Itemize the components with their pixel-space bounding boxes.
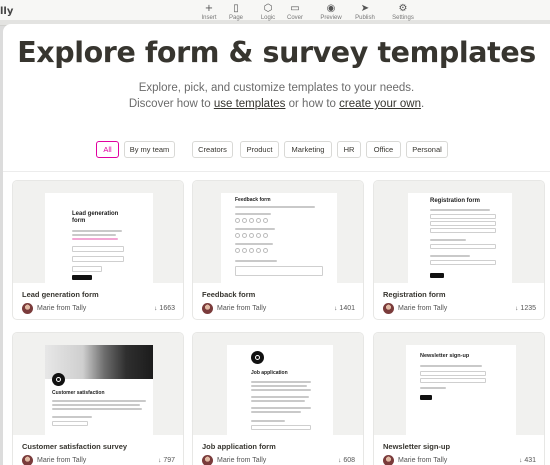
card-uses: ↓ 797 bbox=[158, 457, 175, 464]
filter-marketing[interactable]: Marketing bbox=[284, 141, 332, 158]
gear-icon: ⚙ bbox=[398, 3, 408, 14]
filter-office[interactable]: Office bbox=[366, 141, 401, 158]
card-author: Marie from Tally bbox=[37, 305, 87, 312]
download-icon: ↓ bbox=[158, 457, 162, 464]
card-thumbnail: Customer satisfaction bbox=[13, 333, 183, 435]
cover-button[interactable]: ▭ Cover bbox=[277, 2, 313, 22]
logo-icon bbox=[52, 373, 65, 386]
avatar bbox=[22, 303, 33, 314]
card-title: Newsletter sign-up bbox=[383, 442, 451, 451]
send-icon: ➤ bbox=[360, 3, 370, 14]
preview-heading: Feedback form bbox=[235, 197, 271, 203]
page-title: Explore form & survey templates bbox=[17, 36, 536, 69]
create-your-own-link[interactable]: create your own bbox=[339, 98, 421, 110]
modal-header: Explore form & survey templates Explore,… bbox=[3, 24, 550, 172]
preview-submit-button bbox=[430, 273, 444, 278]
filter-by-my-team[interactable]: By my team bbox=[124, 141, 175, 158]
preview-heading: Lead generation form bbox=[72, 211, 119, 224]
card-uses: ↓ 431 bbox=[519, 457, 536, 464]
preview-heading: Registration form bbox=[430, 198, 481, 204]
avatar bbox=[383, 303, 394, 314]
template-card-job-application[interactable]: Job application Job application form Mar… bbox=[192, 332, 364, 465]
card-author: Marie from Tally bbox=[398, 457, 448, 464]
download-icon: ↓ bbox=[338, 457, 342, 464]
filter-personal[interactable]: Personal bbox=[406, 141, 448, 158]
page-icon: ▯ bbox=[233, 3, 239, 14]
card-title: Job application form bbox=[202, 442, 276, 451]
filter-product[interactable]: Product bbox=[240, 141, 279, 158]
cover-icon: ▭ bbox=[290, 3, 300, 14]
template-card-registration[interactable]: Registration form Registration form Mari… bbox=[373, 180, 545, 320]
templates-modal: Explore form & survey templates Explore,… bbox=[3, 24, 550, 465]
avatar bbox=[383, 455, 394, 465]
preview-heading: Newsletter sign-up bbox=[420, 353, 470, 359]
publish-button[interactable]: ➤ Publish bbox=[347, 2, 383, 22]
subtitle: Explore, pick, and customize templates t… bbox=[138, 82, 415, 94]
form-preview: Newsletter sign-up bbox=[406, 345, 516, 435]
preview-heading: Job application bbox=[251, 370, 288, 376]
card-author: Marie from Tally bbox=[217, 305, 267, 312]
filter-all[interactable]: All bbox=[96, 141, 119, 158]
card-author: Marie from Tally bbox=[37, 457, 87, 464]
preview-button[interactable]: ◉ Preview bbox=[313, 2, 349, 22]
page-button[interactable]: ▯ Page bbox=[218, 2, 254, 22]
eye-icon: ◉ bbox=[326, 3, 336, 14]
card-thumbnail: Feedback form bbox=[193, 181, 363, 283]
form-preview: Feedback form bbox=[221, 193, 337, 283]
avatar bbox=[22, 455, 33, 465]
download-icon: ↓ bbox=[334, 305, 338, 312]
download-icon: ↓ bbox=[154, 305, 158, 312]
card-uses: ↓ 1235 bbox=[515, 305, 536, 312]
subtitle-links: Discover how to use templates or how to … bbox=[128, 98, 425, 110]
form-preview: Job application bbox=[227, 345, 333, 435]
card-title: Registration form bbox=[383, 290, 446, 299]
download-icon: ↓ bbox=[515, 305, 519, 312]
logo-icon bbox=[251, 351, 264, 364]
preview-submit-button bbox=[420, 395, 432, 400]
form-preview: Registration form bbox=[408, 193, 512, 283]
settings-button[interactable]: ⚙ Settings bbox=[385, 2, 421, 22]
card-uses: ↓ 1663 bbox=[154, 305, 175, 312]
filter-bar: All By my team Creators Product Marketin… bbox=[3, 141, 550, 159]
form-preview: Customer satisfaction bbox=[45, 345, 153, 435]
card-author: Marie from Tally bbox=[217, 457, 267, 464]
avatar bbox=[202, 303, 213, 314]
card-uses: ↓ 1401 bbox=[334, 305, 355, 312]
template-card-lead-generation[interactable]: Lead generation form Lead generation for… bbox=[12, 180, 184, 320]
card-uses: ↓ 608 bbox=[338, 457, 355, 464]
card-title: Feedback form bbox=[202, 290, 256, 299]
card-thumbnail: Lead generation form bbox=[13, 181, 183, 283]
card-thumbnail: Job application bbox=[193, 333, 363, 435]
preview-heading: Customer satisfaction bbox=[52, 390, 105, 396]
download-icon: ↓ bbox=[519, 457, 523, 464]
card-thumbnail: Registration form bbox=[374, 181, 544, 283]
card-title: Customer satisfaction survey bbox=[22, 442, 128, 451]
app-brand: lly bbox=[0, 6, 14, 17]
template-card-newsletter[interactable]: Newsletter sign-up Newsletter sign-up Ma… bbox=[373, 332, 545, 465]
form-preview: Lead generation form bbox=[45, 193, 153, 283]
template-card-feedback[interactable]: Feedback form Feedback form Marie from T… bbox=[192, 180, 364, 320]
filter-creators[interactable]: Creators bbox=[192, 141, 233, 158]
avatar bbox=[202, 455, 213, 465]
preview-submit-button bbox=[72, 275, 92, 280]
card-author: Marie from Tally bbox=[398, 305, 448, 312]
use-templates-link[interactable]: use templates bbox=[214, 98, 286, 110]
filter-hr[interactable]: HR bbox=[337, 141, 361, 158]
card-title: Lead generation form bbox=[22, 290, 99, 299]
template-card-customer-satisfaction[interactable]: Customer satisfaction Customer satisfact… bbox=[12, 332, 184, 465]
card-thumbnail: Newsletter sign-up bbox=[374, 333, 544, 435]
